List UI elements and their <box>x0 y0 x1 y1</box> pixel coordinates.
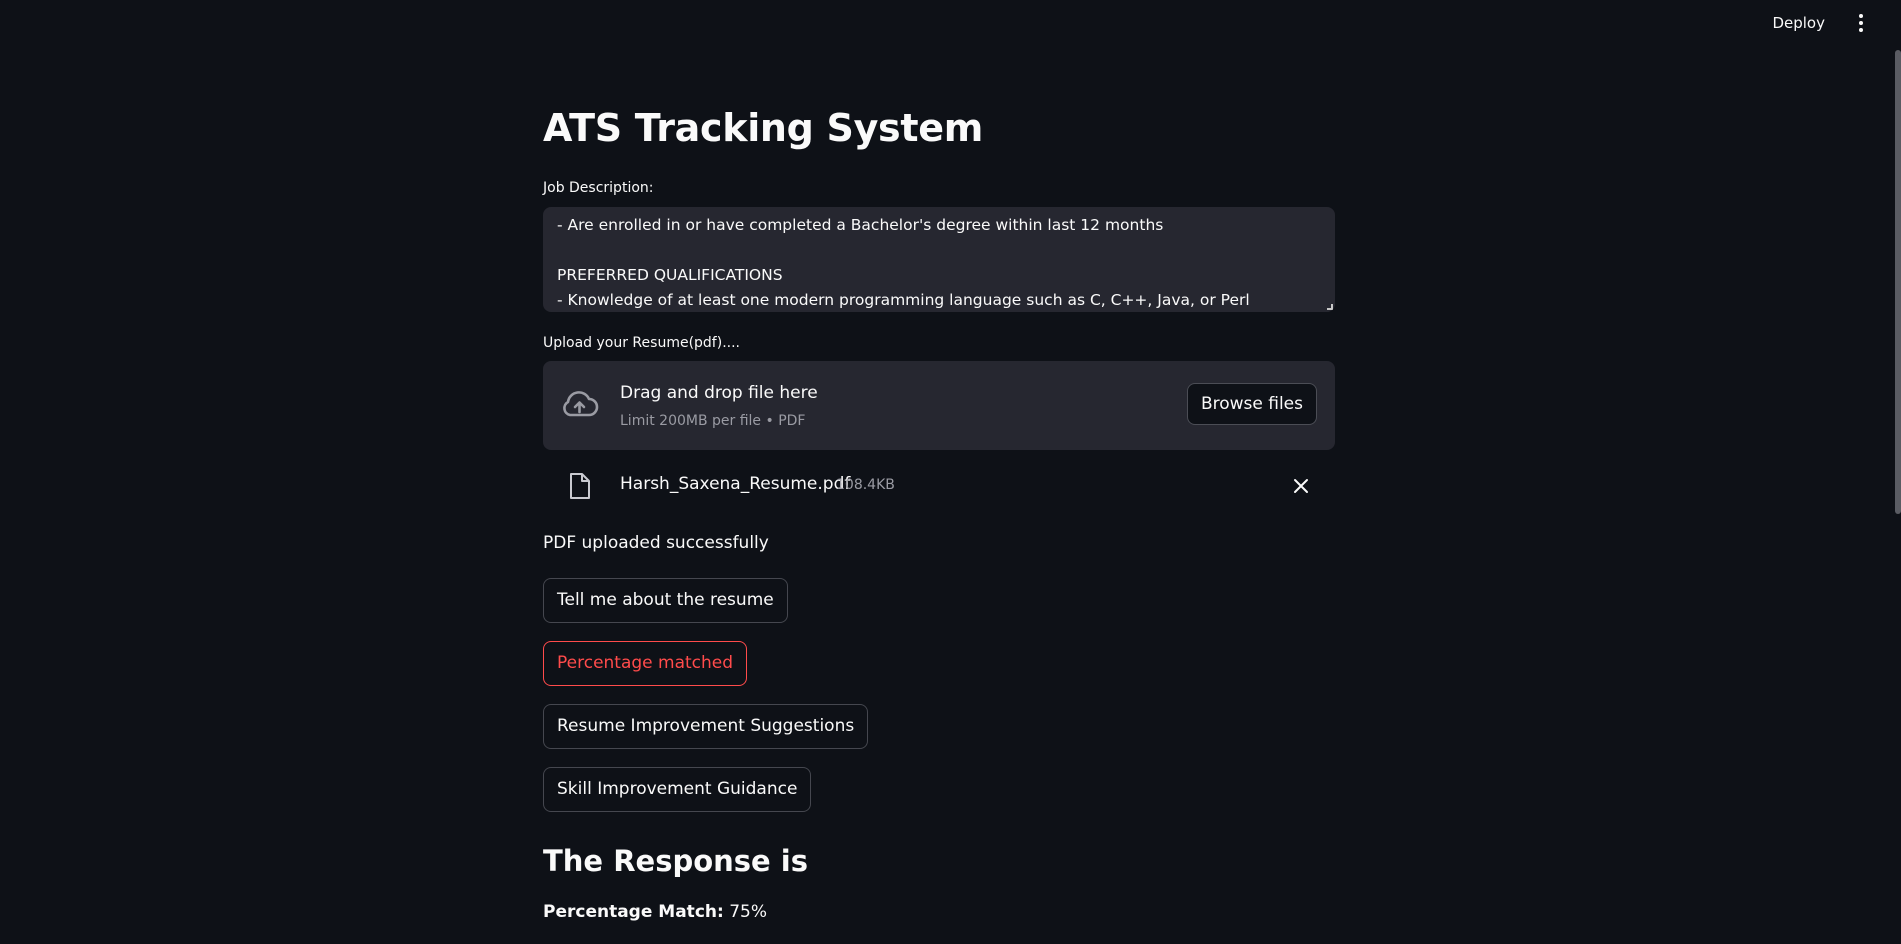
textarea-line: PREFERRED QUALIFICATIONS <box>557 266 783 284</box>
percentage-matched-button[interactable]: Percentage matched <box>543 641 748 686</box>
file-name: Harsh_Saxena_Resume.pdf <box>620 474 851 494</box>
upload-label: Upload your Resume(pdf).... <box>543 335 740 351</box>
upload-status-text: PDF uploaded successfully <box>543 533 769 553</box>
more-vertical-icon[interactable] <box>1851 10 1871 36</box>
deploy-button[interactable]: Deploy <box>1764 10 1833 36</box>
resize-handle-icon[interactable] <box>1327 304 1333 310</box>
tell-me-about-resume-button[interactable]: Tell me about the resume <box>543 578 788 623</box>
job-description-label: Job Description: <box>543 180 654 196</box>
percentage-match-line: Percentage Match: 75% <box>543 902 767 922</box>
cloud-upload-icon <box>563 391 599 417</box>
dropzone-title: Drag and drop file here <box>620 383 818 403</box>
page-title: ATS Tracking System <box>543 106 984 150</box>
skill-improvement-button[interactable]: Skill Improvement Guidance <box>543 767 812 812</box>
textarea-line <box>557 238 1321 263</box>
textarea-line: - Knowledge of at least one modern progr… <box>557 291 1250 309</box>
file-icon <box>570 473 590 499</box>
menu-dot <box>1859 14 1863 18</box>
job-description-textarea[interactable]: - Are enrolled in or have completed a Ba… <box>543 207 1335 312</box>
uploaded-file-row: Harsh_Saxena_Resume.pdf 108.4KB <box>543 468 1335 504</box>
textarea-line: - Are enrolled in or have completed a Ba… <box>557 216 1164 234</box>
dropzone-subtitle: Limit 200MB per file • PDF <box>620 413 806 429</box>
page-scrollbar[interactable] <box>1895 50 1901 514</box>
menu-dot <box>1859 28 1863 32</box>
file-dropzone[interactable]: Drag and drop file here Limit 200MB per … <box>543 361 1335 450</box>
file-size: 108.4KB <box>836 477 895 493</box>
browse-files-button[interactable]: Browse files <box>1186 383 1317 425</box>
resume-improvement-button[interactable]: Resume Improvement Suggestions <box>543 704 869 749</box>
percentage-match-label: Percentage Match: <box>543 902 724 922</box>
response-heading: The Response is <box>543 844 809 878</box>
top-toolbar: Deploy <box>0 0 1901 46</box>
close-icon[interactable] <box>1293 478 1309 494</box>
percentage-match-value: 75% <box>723 902 767 922</box>
menu-dot <box>1859 21 1863 25</box>
